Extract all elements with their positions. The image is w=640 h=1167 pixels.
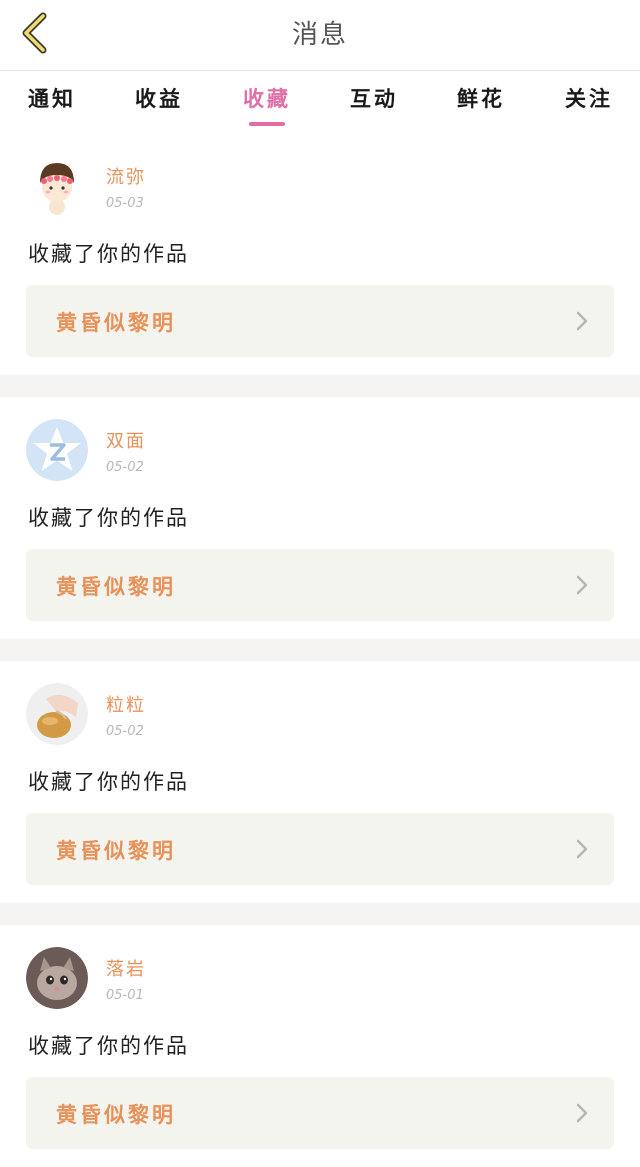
work-title: 黄昏似黎明 [56,1103,176,1127]
tab-flowers[interactable]: 鲜花 [441,83,521,123]
timestamp: 05-02 [106,460,144,475]
active-tab-indicator [249,122,285,126]
avatar[interactable] [26,419,88,481]
user-name[interactable]: 粒粒 [106,691,146,717]
timestamp: 05-01 [106,988,144,1003]
list-item: 落岩 05-01 收藏了你的作品 黄昏似黎明 [0,925,640,1167]
favorites-feed: 流弥 05-03 收藏了你的作品 黄昏似黎明 双面 05-02 收藏了你的作品 … [0,133,640,1167]
tab-follows[interactable]: 关注 [549,83,629,123]
work-link-card[interactable]: 黄昏似黎明 [26,549,614,621]
page-title: 消息 [291,20,348,50]
work-link-card[interactable]: 黄昏似黎明 [26,813,614,885]
user-name[interactable]: 落岩 [106,955,146,981]
cartoon-girl-avatar-icon [26,155,88,217]
divider [0,375,640,397]
chevron-right-icon [576,1103,588,1123]
list-item: 粒粒 05-02 收藏了你的作品 黄昏似黎明 [0,661,640,903]
tab-interactions[interactable]: 互动 [334,83,414,123]
default-star-avatar-icon [26,419,88,481]
timestamp: 05-03 [106,196,144,211]
action-text: 收藏了你的作品 [28,242,189,266]
action-text: 收藏了你的作品 [28,506,189,530]
work-title: 黄昏似黎明 [56,575,176,599]
tab-earnings[interactable]: 收益 [119,83,199,123]
user-name[interactable]: 流弥 [106,163,146,189]
chevron-right-icon [576,575,588,595]
work-link-card[interactable]: 黄昏似黎明 [26,285,614,357]
tab-favorites[interactable]: 收藏 [227,83,307,123]
top-navigation-bar: 消息 [0,0,640,71]
chevron-right-icon [576,311,588,331]
cat-photo-avatar-icon [26,947,88,1009]
avatar[interactable] [26,947,88,1009]
tab-notifications[interactable]: 通知 [12,83,92,123]
message-category-tabs: 通知 收益 收藏 互动 鲜花 关注 [0,71,640,133]
list-item: 流弥 05-03 收藏了你的作品 黄昏似黎明 [0,133,640,375]
action-text: 收藏了你的作品 [28,1034,189,1058]
timestamp: 05-02 [106,724,144,739]
hand-food-photo-avatar-icon [26,683,88,745]
avatar[interactable] [26,683,88,745]
divider [0,903,640,925]
list-item: 双面 05-02 收藏了你的作品 黄昏似黎明 [0,397,640,639]
divider [0,639,640,661]
avatar[interactable] [26,155,88,217]
chevron-right-icon [576,839,588,859]
user-name[interactable]: 双面 [106,427,146,453]
work-title: 黄昏似黎明 [56,839,176,863]
action-text: 收藏了你的作品 [28,770,189,794]
work-title: 黄昏似黎明 [56,311,176,335]
work-link-card[interactable]: 黄昏似黎明 [26,1077,614,1149]
